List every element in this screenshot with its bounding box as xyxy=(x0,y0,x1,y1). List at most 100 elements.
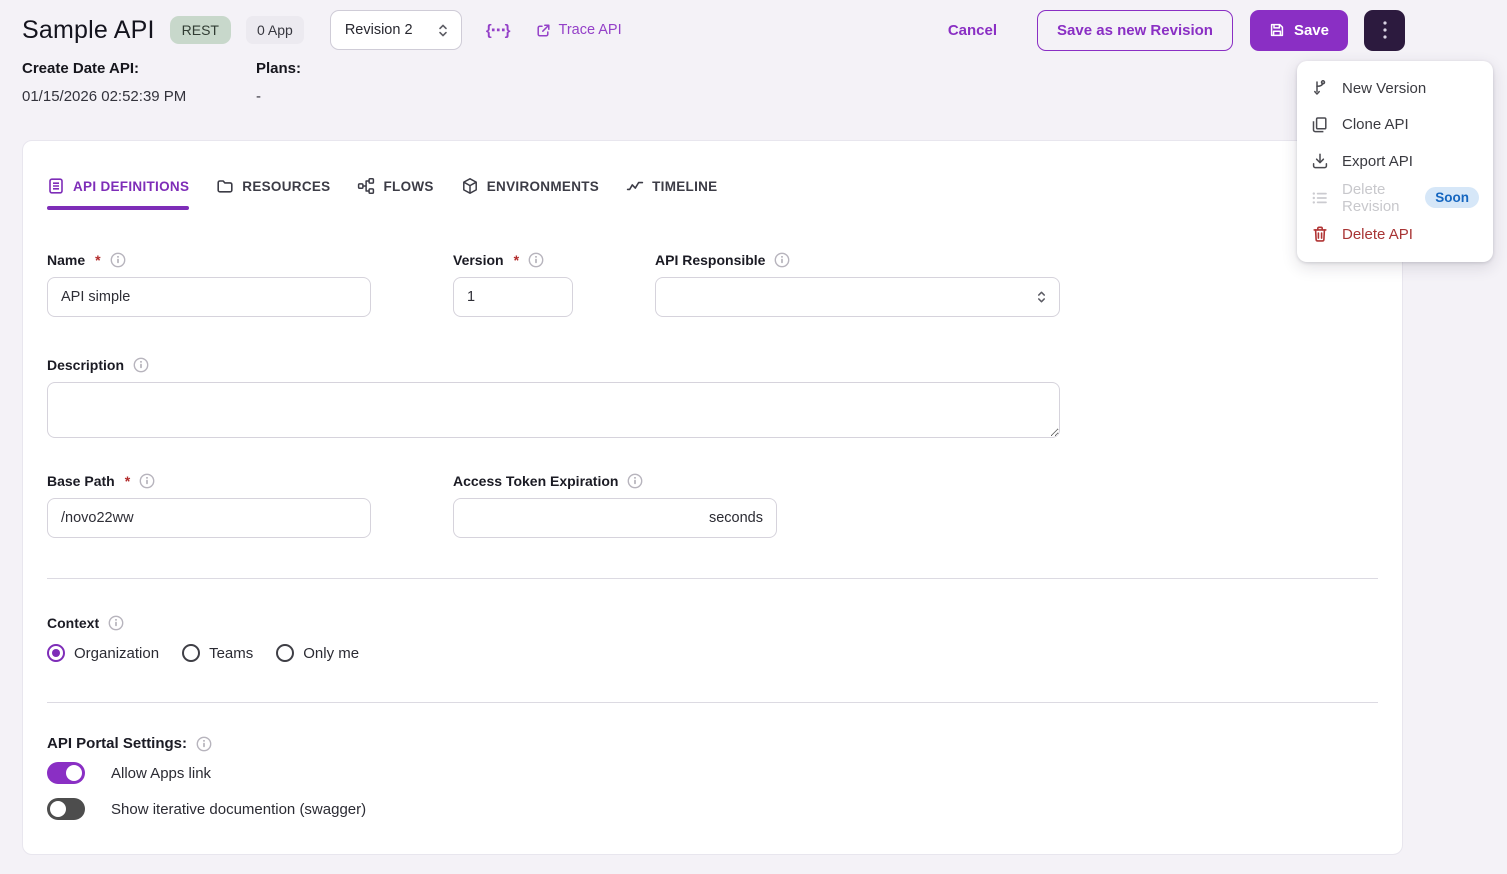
code-braces-icon[interactable]: {⋯} xyxy=(486,21,511,39)
menu-item-label: Delete Revision xyxy=(1342,180,1400,215)
api-definition-card: API DEFINITIONS RESOURCES FLOWS ENVIRONM… xyxy=(22,140,1403,855)
cancel-button[interactable]: Cancel xyxy=(948,22,997,39)
description-label: Description xyxy=(47,357,1378,373)
tab-bar: API DEFINITIONS RESOURCES FLOWS ENVIRONM… xyxy=(23,141,1402,210)
save-button-label: Save xyxy=(1293,21,1329,39)
info-icon[interactable] xyxy=(528,252,544,268)
external-link-icon xyxy=(536,23,551,38)
trend-icon xyxy=(626,177,644,195)
trace-api-label: Trace API xyxy=(558,22,622,38)
menu-item-label: Delete API xyxy=(1342,225,1413,243)
access-token-expiration-input[interactable] xyxy=(454,499,709,537)
flow-icon xyxy=(357,177,375,195)
menu-item-new-version[interactable]: New Version xyxy=(1297,70,1493,107)
info-icon[interactable] xyxy=(108,615,124,631)
tab-timeline[interactable]: TIMELINE xyxy=(626,177,717,210)
info-icon[interactable] xyxy=(139,473,155,489)
version-label: Version * xyxy=(453,252,573,268)
trash-icon xyxy=(1311,225,1329,243)
folder-icon xyxy=(216,177,234,195)
rest-badge: REST xyxy=(169,16,231,44)
base-path-input[interactable] xyxy=(47,498,371,538)
context-label: Context xyxy=(47,615,1378,631)
create-date-label: Create Date API: xyxy=(22,60,139,77)
radio-label: Organization xyxy=(74,644,160,662)
tab-label: API DEFINITIONS xyxy=(73,178,190,194)
description-textarea[interactable] xyxy=(47,382,1060,438)
tab-flows[interactable]: FLOWS xyxy=(357,177,433,210)
required-mark: * xyxy=(95,252,101,268)
version-input[interactable] xyxy=(453,277,573,317)
required-mark: * xyxy=(124,473,131,489)
save-button[interactable]: Save xyxy=(1249,9,1348,51)
menu-item-label: Clone API xyxy=(1342,116,1409,134)
tab-label: RESOURCES xyxy=(242,178,331,194)
api-responsible-select[interactable] xyxy=(655,277,1060,317)
more-actions-button[interactable] xyxy=(1364,9,1405,51)
tab-label: TIMELINE xyxy=(652,178,718,194)
api-responsible-label: API Responsible xyxy=(655,252,1060,268)
toggle-knob xyxy=(50,801,66,817)
menu-item-clone-api[interactable]: Clone API xyxy=(1297,107,1493,144)
trace-api-link[interactable]: Trace API xyxy=(536,22,622,38)
info-icon[interactable] xyxy=(196,736,212,752)
info-icon[interactable] xyxy=(133,357,149,373)
radio-label: Teams xyxy=(209,644,254,662)
clone-icon xyxy=(1311,116,1329,134)
tab-api-definitions[interactable]: API DEFINITIONS xyxy=(47,177,190,210)
revision-select[interactable]: Revision 2 xyxy=(329,10,462,50)
context-menu: New Version Clone API Export API Delete … xyxy=(1297,61,1493,262)
radio-teams[interactable]: Teams xyxy=(182,644,253,662)
menu-item-label: New Version xyxy=(1342,79,1427,97)
chevron-updown-icon xyxy=(437,23,449,38)
access-token-expiration-label: Access Token Expiration xyxy=(453,473,777,489)
seconds-suffix: seconds xyxy=(708,510,763,526)
soon-badge: Soon xyxy=(1425,187,1479,209)
tab-resources[interactable]: RESOURCES xyxy=(216,177,330,210)
revision-select-value: Revision 2 xyxy=(344,22,413,38)
info-icon[interactable] xyxy=(627,473,643,489)
plans-value: - xyxy=(256,88,261,105)
tab-environments[interactable]: ENVIRONMENTS xyxy=(461,177,599,210)
tab-label: FLOWS xyxy=(383,178,434,194)
tab-label: ENVIRONMENTS xyxy=(486,178,600,194)
base-path-label: Base Path * xyxy=(47,473,371,489)
toggle-label: Show iterative documention (swagger) xyxy=(111,800,367,818)
branch-icon xyxy=(1311,79,1329,97)
app-count-badge: 0 App xyxy=(245,16,304,44)
toggle-label: Allow Apps link xyxy=(111,764,212,782)
divider xyxy=(47,578,1378,579)
menu-item-delete-revision[interactable]: Delete Revision Soon xyxy=(1297,180,1493,217)
download-icon xyxy=(1311,152,1329,170)
required-mark: * xyxy=(513,252,520,268)
name-input[interactable] xyxy=(47,277,371,317)
api-definitions-form: Name* Version* API Responsible xyxy=(23,252,1402,820)
header-bar: Sample API REST 0 App Revision 2 {⋯} Tra… xyxy=(22,9,1405,51)
radio-icon xyxy=(276,644,295,662)
name-label: Name * xyxy=(47,252,371,268)
info-icon[interactable] xyxy=(110,252,126,268)
allow-apps-link-toggle[interactable] xyxy=(47,762,85,784)
list-icon xyxy=(1311,189,1329,207)
access-token-expiration-field: seconds xyxy=(453,498,777,538)
radio-only-me[interactable]: Only me xyxy=(276,644,359,662)
divider xyxy=(47,702,1378,703)
toggle-knob xyxy=(66,765,82,781)
menu-item-delete-api[interactable]: Delete API xyxy=(1297,216,1493,253)
context-radio-group: Organization Teams Only me xyxy=(47,644,1378,662)
radio-icon xyxy=(182,644,201,662)
show-swagger-toggle[interactable] xyxy=(47,798,85,820)
document-icon xyxy=(47,177,65,195)
save-floppy-icon xyxy=(1269,22,1285,38)
radio-label: Only me xyxy=(303,644,360,662)
info-icon[interactable] xyxy=(774,252,790,268)
package-icon xyxy=(461,177,479,195)
radio-organization[interactable]: Organization xyxy=(47,644,159,662)
kebab-menu-icon xyxy=(1382,21,1387,39)
api-portal-settings-label: API Portal Settings: xyxy=(47,735,1378,752)
menu-item-export-api[interactable]: Export API xyxy=(1297,143,1493,180)
create-date-value: 01/15/2026 02:52:39 PM xyxy=(22,88,187,105)
save-as-new-revision-button[interactable]: Save as new Revision xyxy=(1037,9,1233,51)
plans-label: Plans: xyxy=(256,60,302,77)
chevron-updown-icon xyxy=(1036,290,1047,304)
